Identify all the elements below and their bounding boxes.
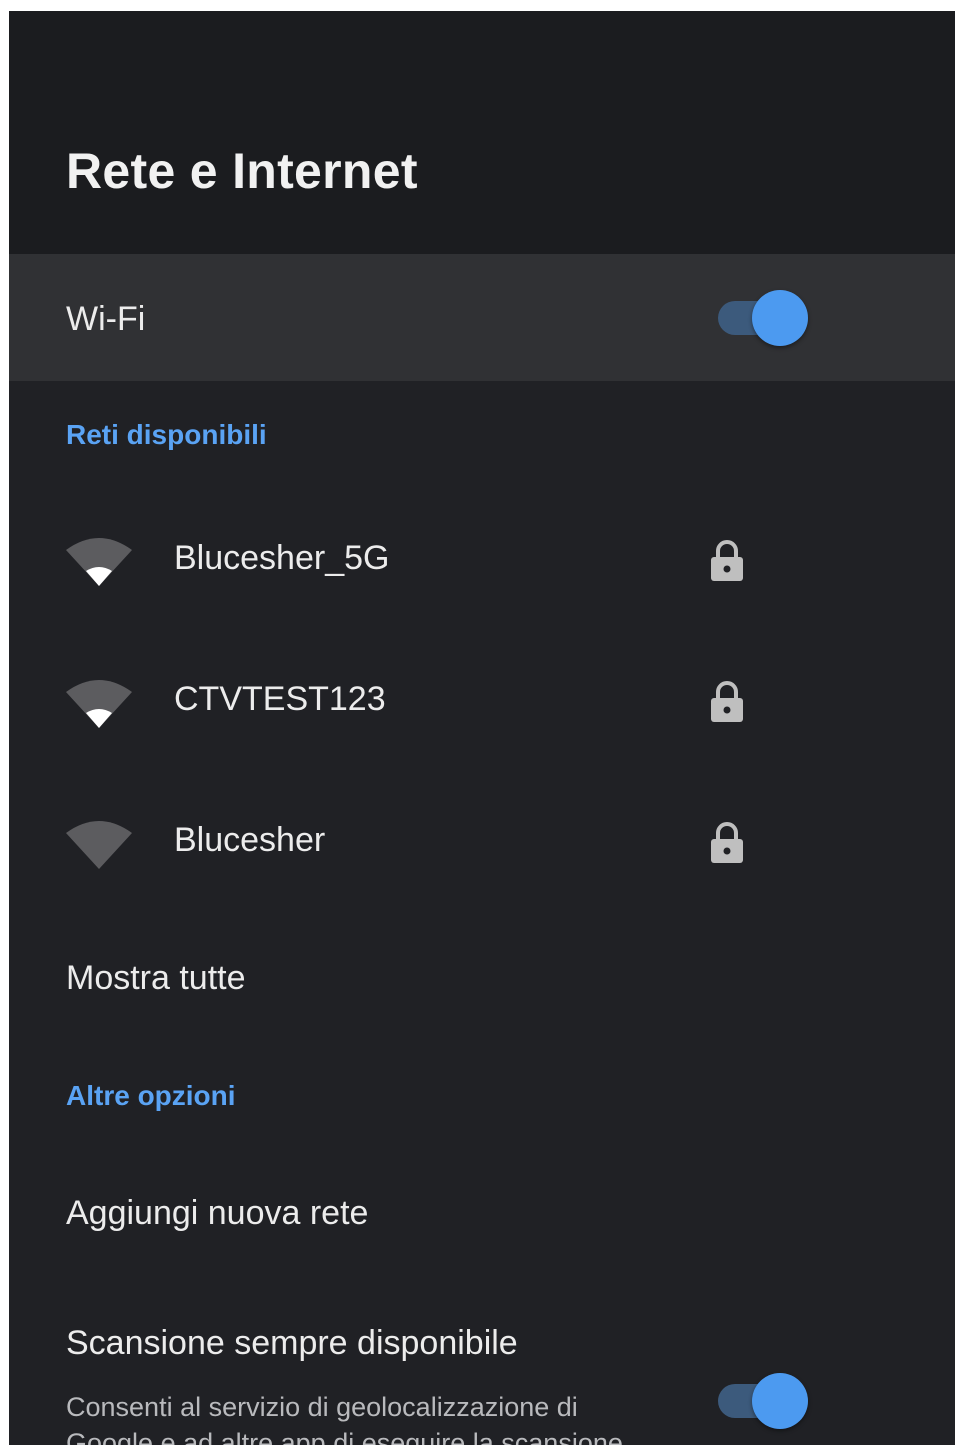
show-all-networks-item[interactable]: Mostra tutte <box>9 916 955 1038</box>
wifi-label: Wi-Fi <box>66 300 146 338</box>
wifi-switch[interactable] <box>718 290 808 346</box>
other-options-header: Altre opzioni <box>66 1080 236 1111</box>
lock-icon <box>711 540 743 581</box>
lock-icon <box>711 681 743 722</box>
scan-always-label: Scansione sempre disponibile <box>66 1324 518 1362</box>
description-line: Google e ad altre app di eseguire la sca… <box>66 1428 623 1445</box>
wifi-signal-full-icon <box>66 680 132 728</box>
switch-thumb <box>752 290 808 346</box>
page-title: Rete e Internet <box>66 143 418 199</box>
network-item[interactable]: Blucesher_5G <box>9 489 955 629</box>
scan-always-switch[interactable] <box>718 1373 808 1429</box>
show-all-label: Mostra tutte <box>66 959 246 997</box>
switch-thumb <box>752 1373 808 1429</box>
page-header: Rete e Internet <box>9 11 955 254</box>
network-name: CTVTEST123 <box>174 680 386 718</box>
network-name: Blucesher <box>174 821 326 859</box>
available-networks-header: Reti disponibili <box>66 419 267 450</box>
add-network-item[interactable]: Aggiungi nuova rete <box>9 1151 955 1279</box>
network-name: Blucesher_5G <box>174 539 390 577</box>
wifi-toggle-row[interactable]: Wi-Fi <box>9 254 955 381</box>
wifi-signal-weak-icon <box>66 821 132 869</box>
wifi-signal-full-icon <box>66 538 132 586</box>
settings-screen: Rete e Internet Wi-Fi Reti disponibili B… <box>9 11 955 1445</box>
description-line: Consenti al servizio di geolocalizzazion… <box>66 1392 578 1422</box>
scan-always-description: Consenti al servizio di geolocalizzazion… <box>66 1389 666 1445</box>
add-network-label: Aggiungi nuova rete <box>66 1194 369 1232</box>
lock-icon <box>711 822 743 863</box>
network-item[interactable]: Blucesher <box>9 771 955 911</box>
network-item[interactable]: CTVTEST123 <box>9 630 955 770</box>
